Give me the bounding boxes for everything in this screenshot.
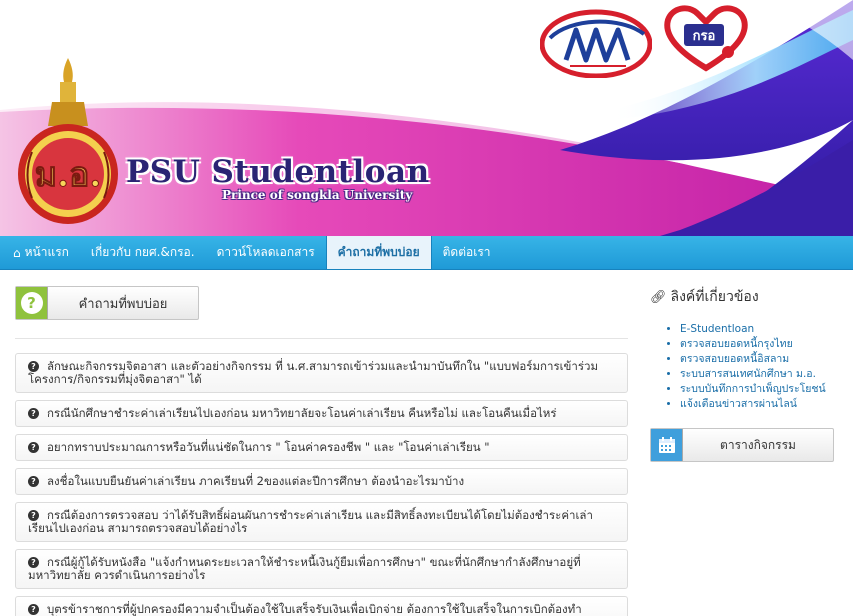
nav-home[interactable]: ⌂ หน้าแรก (2, 236, 80, 269)
related-links-title: ลิงค์ที่เกี่ยวข้อง (670, 289, 759, 305)
svg-text:ม.อ.: ม.อ. (35, 155, 102, 195)
question-icon-box: ? (16, 287, 48, 319)
link-volunteer-record[interactable]: ระบบบันทึกการบำเพ็ญประโยชน์ (680, 383, 826, 395)
faq-item[interactable]: ? กรณีนักศึกษาชำระค่าเล่าเรียนไปเองก่อน ม… (15, 400, 628, 427)
calendar-icon (658, 437, 675, 453)
faq-section-banner: ? คำถามที่พบบ่อย (15, 286, 199, 320)
faq-question: ลงชื่อในแบบยืนยันค่าเล่าเรียน ภาคเรียนที… (47, 474, 465, 488)
faq-item[interactable]: ? กรณีต้องการตรวจสอบ ว่าได้รับสิทธิ์ผ่อนผ… (15, 502, 628, 542)
faq-question: บุตรข้าราชการที่ผู้ปกครองมีความจำเป็นต้อ… (28, 602, 582, 616)
nav-contact[interactable]: ติดต่อเรา (432, 236, 502, 269)
faq-item[interactable]: ? ลักษณะกิจกรรมจิตอาสา และตัวอย่างกิจกรรม… (15, 353, 628, 393)
faq-question: ลักษณะกิจกรรมจิตอาสา และตัวอย่างกิจกรรม … (28, 359, 599, 386)
question-circle-icon: ? (28, 510, 39, 521)
nav-contact-label: ติดต่อเรา (442, 245, 491, 259)
activity-calendar-title: ตารางกิจกรรม (720, 437, 796, 452)
kyf-fund-logo (540, 9, 652, 78)
question-circle-icon: ? (28, 557, 39, 568)
related-link-item: ตรวจสอบยอดหนี้กรุงไทย (680, 337, 840, 352)
home-icon: ⌂ (13, 245, 21, 260)
faq-main: ? คำถามที่พบบ่อย ? ลักษณะกิจกรรมจิตอาสา แ… (15, 286, 628, 616)
related-link-item: แจ้งเตือนข่าวสารผ่านไลน์ (680, 397, 840, 412)
activity-calendar-banner[interactable]: ตารางกิจกรรม (650, 428, 834, 462)
faq-list: ? ลักษณะกิจกรรมจิตอาสา และตัวอย่างกิจกรรม… (15, 353, 628, 616)
faq-question: กรณีต้องการตรวจสอบ ว่าได้รับสิทธิ์ผ่อนผั… (28, 508, 593, 535)
faq-section-title: คำถามที่พบบ่อย (78, 296, 168, 312)
section-divider (15, 338, 628, 339)
svg-text:กรอ: กรอ (693, 29, 716, 44)
question-circle-icon: ? (28, 476, 39, 487)
brand-title: PSU Studentloan (126, 154, 430, 190)
faq-item[interactable]: ? ลงชื่อในแบบยืนยันค่าเล่าเรียน ภาคเรียนท… (15, 468, 628, 495)
kro-fund-logo: กรอ (664, 5, 748, 72)
header-banner: ม.อ. PSU Studentloan Prince of songkla U… (0, 0, 853, 236)
faq-question: อยากทราบประมาณการหรือวันที่แน่ชัดในการ "… (47, 440, 490, 454)
calendar-icon-box (651, 429, 683, 461)
question-circle-icon: ? (28, 442, 39, 453)
link-student-info-system[interactable]: ระบบสารสนเทศนักศึกษา ม.อ. (680, 368, 816, 380)
question-circle-icon: ? (28, 604, 39, 615)
link-islamic-debt[interactable]: ตรวจสอบยอดหนี้อิสลาม (680, 353, 789, 365)
related-links-sidebar: 🔗︎ ลิงค์ที่เกี่ยวข้อง E-Studentloan ตรวจ… (650, 286, 840, 462)
brand-subtitle: Prince of songkla University (222, 188, 413, 202)
question-circle-icon: ? (28, 408, 39, 419)
question-icon: ? (20, 292, 43, 314)
nav-about-label: เกี่ยวกับ กยศ.&กรอ. (90, 245, 195, 259)
link-line-notify[interactable]: แจ้งเตือนข่าวสารผ่านไลน์ (680, 398, 797, 410)
related-link-item: ระบบสารสนเทศนักศึกษา ม.อ. (680, 367, 840, 382)
link-e-studentloan[interactable]: E-Studentloan (680, 323, 754, 335)
related-links-heading: 🔗︎ ลิงค์ที่เกี่ยวข้อง (650, 286, 840, 308)
related-link-item: E-Studentloan (680, 322, 840, 337)
nav-faq-label: คำถามที่พบบ่อย (337, 245, 420, 259)
nav-home-label: หน้าแรก (24, 245, 69, 259)
faq-item[interactable]: ? บุตรข้าราชการที่ผู้ปกครองมีความจำเป็นต้… (15, 596, 628, 616)
nav-downloads-label: ดาวน์โหลดเอกสาร (216, 245, 315, 259)
question-circle-icon: ? (28, 361, 39, 372)
faq-item[interactable]: ? อยากทราบประมาณการหรือวันที่แน่ชัดในการ … (15, 434, 628, 461)
faq-question: กรณีผู้กู้ได้รับหนังสือ "แจ้งกำหนดระยะเว… (28, 555, 581, 582)
university-seal-logo: ม.อ. (18, 58, 118, 224)
link-icon: 🔗︎ (650, 289, 667, 305)
nav-faq[interactable]: คำถามที่พบบ่อย (325, 236, 432, 269)
related-link-item: ตรวจสอบยอดหนี้อิสลาม (680, 352, 840, 367)
nav-about[interactable]: เกี่ยวกับ กยศ.&กรอ. (80, 236, 206, 269)
faq-item[interactable]: ? กรณีผู้กู้ได้รับหนังสือ "แจ้งกำหนดระยะเ… (15, 549, 628, 589)
related-link-item: ระบบบันทึกการบำเพ็ญประโยชน์ (680, 382, 840, 397)
faq-question: กรณีนักศึกษาชำระค่าเล่าเรียนไปเองก่อน มห… (47, 406, 557, 420)
link-krungthai-debt[interactable]: ตรวจสอบยอดหนี้กรุงไทย (680, 338, 793, 350)
content-area: ? คำถามที่พบบ่อย ? ลักษณะกิจกรรมจิตอาสา แ… (0, 270, 853, 616)
main-navbar: ⌂ หน้าแรก เกี่ยวกับ กยศ.&กรอ. ดาวน์โหลดเ… (0, 236, 853, 270)
nav-downloads[interactable]: ดาวน์โหลดเอกสาร (206, 236, 326, 269)
related-links-list: E-Studentloan ตรวจสอบยอดหนี้กรุงไทย ตรวจ… (650, 322, 840, 412)
